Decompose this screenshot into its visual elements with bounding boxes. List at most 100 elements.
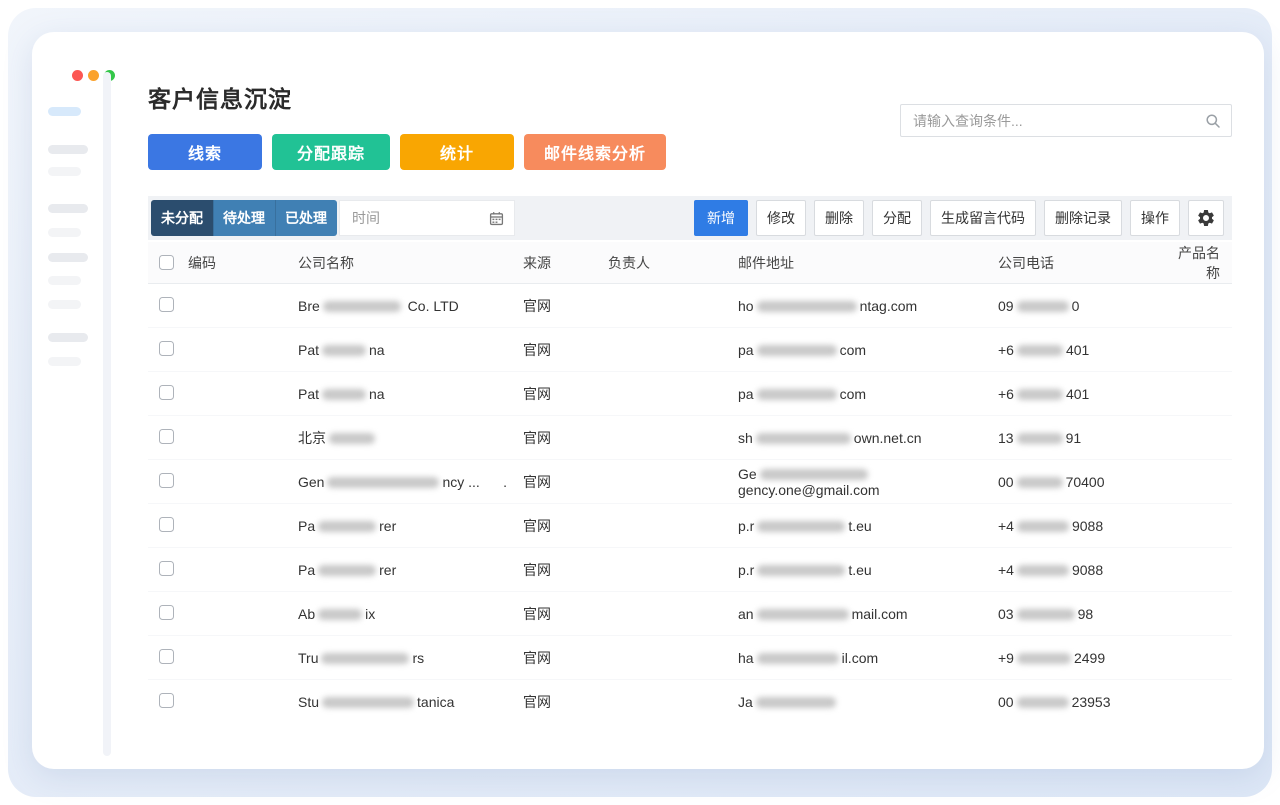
- source: 官网: [523, 605, 551, 622]
- sidebar-item-10[interactable]: [48, 357, 81, 366]
- table-row-3[interactable]: Pat na 官网 pa com +6 401: [148, 372, 1232, 416]
- row-checkbox[interactable]: [159, 648, 174, 664]
- table-row-1[interactable]: Bre Co. LTD 官网 ho ntag.com 09 0: [148, 284, 1232, 328]
- table-row-6[interactable]: Pa rer 官网 p.r t.eu +4 9088: [148, 504, 1232, 548]
- sidebar-item-6[interactable]: [48, 253, 88, 262]
- source: 官网: [523, 561, 551, 578]
- email-address: Ja: [738, 694, 998, 710]
- company-phone: 00 70400: [998, 473, 1105, 490]
- toolbar-button-6[interactable]: 删除记录: [1044, 200, 1122, 236]
- sidebar-item-1[interactable]: [48, 107, 81, 116]
- row-checkbox[interactable]: [159, 693, 174, 708]
- source: 官网: [523, 473, 551, 490]
- company-name: Tru rs: [298, 649, 425, 666]
- table-row-10[interactable]: Stu tanica 官网 Ja 00 23953: [148, 680, 1232, 724]
- sidebar-item-7[interactable]: [48, 276, 81, 285]
- sidebar-divider: [103, 72, 111, 756]
- row-checkbox[interactable]: [159, 384, 174, 400]
- toolbar-button-4[interactable]: 分配: [872, 200, 922, 236]
- column-header-phone: 公司电话: [998, 254, 1054, 271]
- table-row-9[interactable]: Tru rs 官网 ha il.com +9 2499: [148, 636, 1232, 680]
- table-header: 编码 公司名称 来源 负责人 邮件地址 公司电话 产品名称: [148, 242, 1232, 284]
- column-header-code: 编码: [188, 254, 216, 271]
- tab-3[interactable]: 已处理: [275, 200, 337, 236]
- company-phone: +6 401: [998, 385, 1090, 402]
- source: 官网: [523, 429, 551, 446]
- row-checkbox[interactable]: [159, 560, 174, 576]
- table-row-2[interactable]: Pat na 官网 pa com +6 401: [148, 328, 1232, 372]
- redacted-text: [1016, 564, 1069, 576]
- date-input[interactable]: [352, 210, 489, 226]
- redacted-text: [1016, 608, 1075, 620]
- row-checkbox[interactable]: [159, 296, 174, 312]
- redacted-text: [756, 608, 849, 620]
- table-row-8[interactable]: Ab ix 官网 an mail.com 03 98: [148, 592, 1232, 636]
- redacted-text: [318, 564, 377, 576]
- redacted-text: [755, 697, 836, 708]
- table-row-5[interactable]: Gen ncy ... . 官网 Gegency.one@gmail.com 00 704…: [148, 460, 1232, 504]
- status-tabs: 未分配 待处理 已处理: [151, 200, 337, 236]
- close-button[interactable]: [72, 70, 83, 81]
- tab-1[interactable]: 未分配: [151, 200, 213, 236]
- company-phone: +4 9088: [998, 561, 1104, 578]
- settings-button[interactable]: [1188, 200, 1224, 236]
- hero-button-1[interactable]: 线索: [148, 134, 263, 170]
- toolbar-button-5[interactable]: 生成留言代码: [930, 200, 1036, 236]
- company-name: 北京: [298, 428, 523, 448]
- toolbar-button-1[interactable]: 新增: [694, 200, 748, 236]
- company-name: Gen ncy ... .: [298, 473, 508, 490]
- company-phone: 13 91: [998, 429, 1082, 446]
- company-phone: 00 23953: [998, 694, 1111, 710]
- table-row-4[interactable]: 北京 官网 sh own.net.cn 13 91: [148, 416, 1232, 460]
- redacted-text: [1016, 520, 1069, 532]
- table-row-7[interactable]: Pa rer 官网 p.r t.eu +4 9088: [148, 548, 1232, 592]
- redacted-text: [1016, 652, 1071, 664]
- row-checkbox[interactable]: [159, 516, 174, 532]
- row-checkbox[interactable]: [159, 340, 174, 356]
- sidebar-item-5[interactable]: [48, 228, 81, 237]
- calendar-icon[interactable]: [489, 211, 504, 226]
- sidebar-item-2[interactable]: [48, 145, 88, 154]
- toolbar-button-7[interactable]: 操作: [1130, 200, 1180, 236]
- redacted-text: [756, 388, 837, 400]
- search-input[interactable]: [913, 112, 1205, 129]
- toolbar-buttons: 新增 修改 删除 分配 生成留言代码 删除记录 操作: [686, 200, 1180, 236]
- toolbar-button-3[interactable]: 删除: [814, 200, 864, 236]
- row-checkbox[interactable]: [159, 428, 174, 444]
- hero-button-2[interactable]: 分配跟踪: [272, 134, 391, 170]
- search-icon[interactable]: [1205, 113, 1221, 129]
- tab-2[interactable]: 待处理: [213, 200, 275, 236]
- sidebar-item-8[interactable]: [48, 300, 81, 309]
- company-phone: +4 9088: [998, 517, 1104, 534]
- sidebar-item-9[interactable]: [48, 333, 88, 342]
- minimize-button[interactable]: [88, 70, 99, 81]
- source: 官网: [523, 649, 551, 666]
- sidebar-item-4[interactable]: [48, 204, 88, 213]
- hero-button-4[interactable]: 邮件线索分析: [524, 134, 667, 170]
- row-checkbox[interactable]: [159, 472, 174, 488]
- email-address: pa com: [738, 341, 867, 358]
- company-name: Pa rer: [298, 517, 397, 534]
- sidebar-item-3[interactable]: [48, 167, 81, 176]
- redacted-text: [318, 520, 377, 532]
- redacted-text: [318, 608, 363, 620]
- email-address: ho ntag.com: [738, 297, 918, 314]
- redacted-text: [1016, 432, 1063, 444]
- main-content: 客户信息沉淀 线索分配跟踪统计邮件线索分析 未分配待处理已处理: [148, 32, 1248, 769]
- select-all-checkbox[interactable]: [159, 254, 174, 270]
- toolbar-button-2[interactable]: 修改: [756, 200, 806, 236]
- company-name: Pat na: [298, 341, 385, 358]
- redacted-text: [756, 344, 837, 356]
- redacted-text: [756, 300, 857, 312]
- company-name: Ab ix: [298, 605, 376, 622]
- redacted-text: [1016, 300, 1069, 312]
- company-phone: 09 0: [998, 297, 1080, 314]
- redacted-text: [327, 476, 440, 488]
- sidebar-nav: [48, 107, 90, 366]
- column-header-email: 邮件地址: [738, 254, 794, 271]
- email-address: Gegency.one@gmail.com: [738, 465, 880, 498]
- source: 官网: [523, 341, 551, 358]
- hero-button-3[interactable]: 统计: [400, 134, 515, 170]
- row-checkbox[interactable]: [159, 604, 174, 620]
- table-body: Bre Co. LTD 官网 ho ntag.com 09 0 Pat na 官网 pa com +6…: [148, 284, 1232, 724]
